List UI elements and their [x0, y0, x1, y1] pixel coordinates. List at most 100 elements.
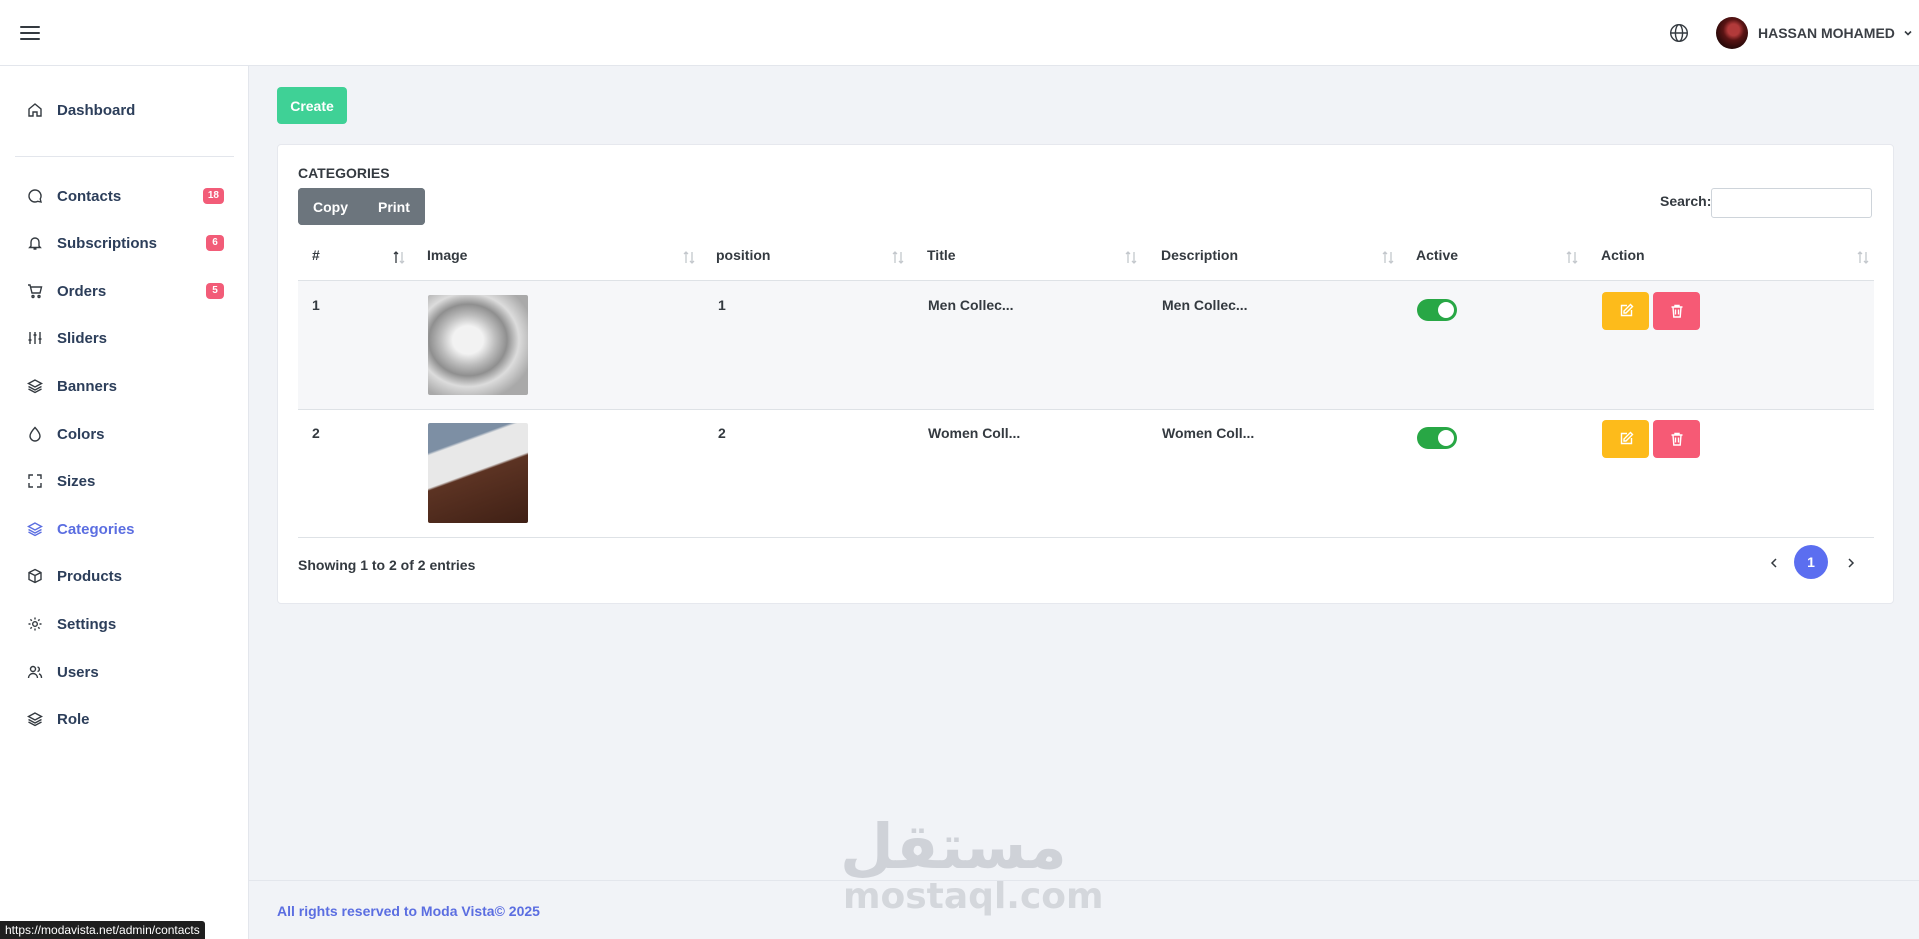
- sidebar-item-settings[interactable]: Settings: [0, 604, 249, 644]
- layers-icon: [27, 522, 43, 537]
- category-image: [428, 423, 528, 523]
- column-header-action[interactable]: Action: [1601, 247, 1645, 263]
- sidebar-item-sizes[interactable]: Sizes: [0, 461, 249, 501]
- sort-icon[interactable]: [891, 249, 905, 265]
- expand-icon: [28, 474, 42, 488]
- count-badge: 18: [202, 188, 224, 204]
- chevron-down-icon: [1904, 30, 1912, 36]
- layers-icon: [27, 712, 43, 727]
- delete-button[interactable]: [1653, 420, 1700, 458]
- column-header-description[interactable]: Description: [1161, 247, 1238, 263]
- top-bar: HASSAN MOHAMED: [0, 0, 1919, 66]
- box-icon: [28, 568, 42, 584]
- cell-position: 1: [718, 297, 726, 313]
- sidebar-item-contacts[interactable]: Contacts 18: [0, 176, 249, 216]
- cart-icon: [28, 284, 43, 299]
- trash-icon: [1671, 304, 1682, 318]
- sidebar-item-label: Sliders: [57, 330, 108, 347]
- sidebar-item-role[interactable]: Role: [0, 699, 249, 739]
- delete-button[interactable]: [1653, 292, 1700, 330]
- sidebar-item-label: Dashboard: [57, 102, 136, 119]
- copy-button[interactable]: Copy: [298, 188, 363, 225]
- sidebar-item-label: Sizes: [57, 473, 96, 490]
- cell-title: Women Coll...: [928, 425, 1021, 441]
- column-header-position[interactable]: position: [716, 247, 770, 263]
- gear-icon: [28, 617, 42, 631]
- column-header-active[interactable]: Active: [1416, 247, 1458, 263]
- table-info: Showing 1 to 2 of 2 entries: [298, 557, 476, 573]
- bell-icon: [28, 237, 42, 250]
- users-icon: [27, 665, 43, 679]
- status-bar-url: https://modavista.net/admin/contacts: [0, 921, 205, 939]
- watermark-logo-arabic: مستقل: [840, 810, 1067, 883]
- active-toggle[interactable]: [1417, 427, 1457, 449]
- sidebar-item-label: Role: [57, 711, 90, 728]
- sort-icon[interactable]: [682, 249, 696, 265]
- sidebar-item-banners[interactable]: Banners: [0, 366, 249, 406]
- user-name: HASSAN MOHAMED: [1758, 25, 1895, 41]
- sort-asc-icon[interactable]: [392, 249, 406, 265]
- footer-copyright: All rights reserved to Moda Vista© 2025: [277, 903, 540, 919]
- cell-title: Men Collec...: [928, 297, 1014, 313]
- export-button-group: Copy Print: [298, 188, 425, 225]
- globe-icon[interactable]: [1669, 23, 1689, 43]
- chevron-left-icon[interactable]: [1766, 555, 1782, 571]
- droplet-icon: [29, 426, 41, 442]
- column-header-id[interactable]: #: [312, 247, 320, 263]
- column-header-image[interactable]: Image: [427, 247, 467, 263]
- user-menu[interactable]: HASSAN MOHAMED: [1716, 17, 1913, 49]
- page-button-current[interactable]: 1: [1794, 545, 1828, 579]
- sidebar-item-colors[interactable]: Colors: [0, 414, 249, 454]
- sidebar-item-sliders[interactable]: Sliders: [0, 318, 249, 358]
- sidebar-item-label: Orders: [57, 283, 107, 300]
- sidebar-item-label: Contacts: [57, 188, 122, 205]
- sidebar-item-label: Users: [57, 664, 99, 681]
- sort-icon[interactable]: [1124, 249, 1138, 265]
- edit-button[interactable]: [1602, 420, 1649, 458]
- edit-icon: [1620, 303, 1633, 317]
- menu-toggle-icon[interactable]: [20, 26, 40, 40]
- cell-description: Women Coll...: [1162, 425, 1255, 441]
- sidebar-item-users[interactable]: Users: [0, 652, 249, 692]
- sidebar-item-dashboard[interactable]: Dashboard: [0, 90, 249, 130]
- cell-position: 2: [718, 425, 726, 441]
- sliders-icon: [28, 332, 42, 344]
- active-toggle[interactable]: [1417, 299, 1457, 321]
- cell-description: Men Collec...: [1162, 297, 1248, 313]
- print-button[interactable]: Print: [363, 188, 425, 225]
- sort-icon[interactable]: [1565, 249, 1579, 265]
- sidebar-item-categories[interactable]: Categories: [0, 509, 249, 549]
- footer-divider: [249, 880, 1919, 881]
- row-divider: [298, 537, 1874, 538]
- categories-card: CATEGORIES Copy Print Search: # Image po…: [277, 144, 1894, 604]
- sidebar-item-label: Categories: [57, 521, 135, 538]
- edit-button[interactable]: [1602, 292, 1649, 330]
- home-icon: [28, 103, 42, 117]
- category-image: [428, 295, 528, 395]
- sidebar-item-subscriptions[interactable]: Subscriptions 6: [0, 223, 249, 263]
- chevron-right-icon[interactable]: [1843, 555, 1859, 571]
- watermark-logo-text: mostaql.com: [843, 876, 1104, 917]
- layers-icon: [27, 379, 43, 394]
- column-header-title[interactable]: Title: [927, 247, 956, 263]
- sidebar-divider: [15, 156, 234, 157]
- count-badge: 6: [206, 235, 224, 251]
- search-label: Search:: [1660, 193, 1712, 209]
- card-title: CATEGORIES: [298, 165, 390, 181]
- trash-icon: [1671, 432, 1682, 446]
- cell-id: 2: [312, 425, 320, 441]
- sort-icon[interactable]: [1381, 249, 1395, 265]
- sidebar-item-label: Subscriptions: [57, 235, 158, 252]
- cell-id: 1: [312, 297, 320, 313]
- sidebar-item-label: Products: [57, 568, 123, 585]
- sidebar: Dashboard Contacts 18 Subscriptions 6 Or…: [0, 66, 249, 939]
- sidebar-item-label: Colors: [57, 426, 105, 443]
- edit-icon: [1620, 431, 1633, 445]
- sidebar-item-label: Settings: [57, 616, 117, 633]
- search-input[interactable]: [1711, 188, 1872, 218]
- create-button[interactable]: Create: [277, 87, 347, 124]
- sidebar-item-products[interactable]: Products: [0, 556, 249, 596]
- count-badge: 5: [206, 283, 224, 299]
- sidebar-item-orders[interactable]: Orders 5: [0, 271, 249, 311]
- sort-icon[interactable]: [1856, 249, 1870, 265]
